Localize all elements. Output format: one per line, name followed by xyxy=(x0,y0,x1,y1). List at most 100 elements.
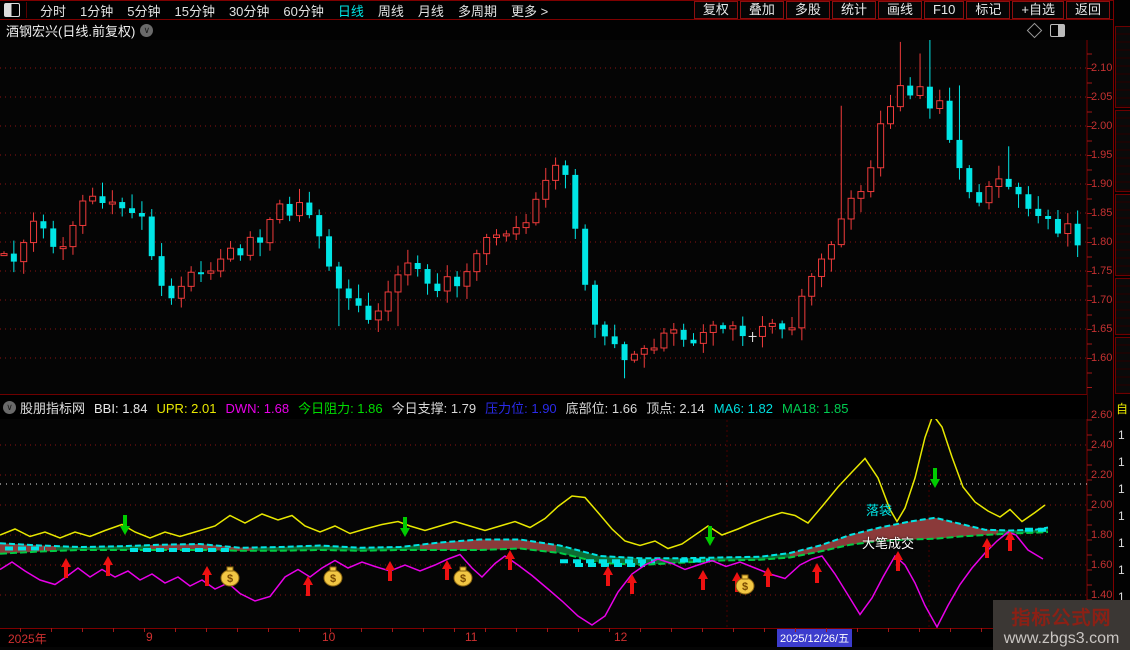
period-item-多周期[interactable]: 多周期 xyxy=(458,1,497,20)
indicator-header: ∨ 股朋指标网 BBI: 1.84UPR: 2.01DWN: 1.68今日阻力:… xyxy=(0,394,1087,419)
x-axis-label: 2025年 xyxy=(8,630,47,647)
sell-arrow-icon xyxy=(930,468,940,488)
chart-canvas[interactable]: $ $ $ $ xyxy=(0,0,1130,650)
watermark: 指标公式网 www.zbgs3.com xyxy=(993,600,1130,650)
x-axis-tick xyxy=(454,628,455,632)
collapse-icon[interactable]: ∨ xyxy=(3,401,16,414)
x-axis-tick xyxy=(299,628,300,632)
svg-text:$: $ xyxy=(742,581,748,593)
tool-button-画线[interactable]: 画线 xyxy=(878,1,922,19)
money-bag-icon: $ xyxy=(221,567,239,586)
indicator-field: DWN: 1.68 xyxy=(225,401,289,416)
period-item-1分钟[interactable]: 1分钟 xyxy=(80,1,113,20)
indicator-field: MA6: 1.82 xyxy=(714,401,773,416)
x-axis-tick xyxy=(144,628,145,632)
sidebar-price-fragment: 1 xyxy=(1118,455,1125,469)
price-axis-label: 1.95 xyxy=(1091,149,1125,161)
buy-arrow-icon xyxy=(505,550,515,570)
x-axis-tick xyxy=(51,628,52,632)
tool-button-统计[interactable]: 统计 xyxy=(832,1,876,19)
watermark-cn: 指标公式网 xyxy=(1011,603,1111,630)
annotation-luodai: 落袋 xyxy=(866,500,892,519)
indicator-field: BBI: 1.84 xyxy=(94,401,147,416)
price-axis-label: 1.75 xyxy=(1091,265,1125,277)
buy-arrow-icon xyxy=(698,570,708,590)
money-bag-icon: $ xyxy=(454,567,472,586)
buy-arrow-icon xyxy=(303,576,313,596)
indicator-values: BBI: 1.84UPR: 2.01DWN: 1.68今日阻力: 1.86今日支… xyxy=(94,398,857,417)
diamond-icon[interactable] xyxy=(1027,22,1043,38)
period-item-5分钟[interactable]: 5分钟 xyxy=(127,1,160,20)
x-axis-tick xyxy=(175,628,176,632)
buy-arrow-icon xyxy=(627,574,637,594)
window-split-icon[interactable] xyxy=(4,3,20,17)
period-item-15分钟[interactable]: 15分钟 xyxy=(174,1,214,20)
stock-title: 酒钢宏兴(日线.前复权) xyxy=(6,21,135,40)
x-axis-tick xyxy=(764,628,765,632)
tool-button-多股[interactable]: 多股 xyxy=(786,1,830,19)
x-axis-tick xyxy=(640,628,641,632)
price-axis-label: 1.90 xyxy=(1091,178,1125,190)
tool-button-复权[interactable]: 复权 xyxy=(694,1,738,19)
indicator-field: UPR: 2.01 xyxy=(157,401,217,416)
annotation-dabi: 大笔成交 xyxy=(862,533,914,552)
money-bag-icon: $ xyxy=(324,567,342,586)
x-axis-tick xyxy=(795,628,796,632)
tool-button-标记[interactable]: 标记 xyxy=(966,1,1010,19)
x-axis-label: 11 xyxy=(465,630,477,644)
chevron-down-icon[interactable]: ∨ xyxy=(140,24,153,37)
indicator-field: MA18: 1.85 xyxy=(782,401,849,416)
period-item-月线[interactable]: 月线 xyxy=(418,1,444,20)
buy-arrow-icon xyxy=(385,561,395,581)
tool-buttons: 复权叠加多股统计画线F10标记+自选返回 xyxy=(692,1,1110,19)
buy-arrow-icon xyxy=(202,566,212,586)
tool-button-+自选[interactable]: +自选 xyxy=(1012,1,1064,19)
sell-arrow-icon xyxy=(400,517,410,537)
indicator-field: 今日支撑: 1.79 xyxy=(392,401,477,416)
x-axis-tick xyxy=(888,628,889,632)
period-item-分时[interactable]: 分时 xyxy=(40,1,66,20)
x-axis-tick xyxy=(857,628,858,632)
x-axis-tick xyxy=(919,628,920,632)
x-axis-label: 12 xyxy=(614,630,627,644)
period-item-周线[interactable]: 周线 xyxy=(378,1,404,20)
panel-toggle-icon[interactable] xyxy=(1050,24,1065,37)
svg-text:$: $ xyxy=(330,573,336,585)
x-axis-tick xyxy=(578,628,579,632)
tool-button-返回[interactable]: 返回 xyxy=(1066,1,1110,19)
sidebar-price-fragment: 1 xyxy=(1118,536,1125,550)
price-axis-label: 2.10 xyxy=(1091,62,1125,74)
period-item-更多 >[interactable]: 更多 > xyxy=(511,1,548,20)
svg-text:$: $ xyxy=(227,573,233,585)
x-axis-tick xyxy=(392,628,393,632)
price-axis-label: 1.65 xyxy=(1091,323,1125,335)
candlestick-series xyxy=(1,36,1081,378)
period-item-日线[interactable]: 日线 xyxy=(338,1,364,20)
price-axis-label: 1.85 xyxy=(1091,207,1125,219)
sidebar-price-fragment: 1 xyxy=(1118,563,1125,577)
indicator-source[interactable]: 股朋指标网 xyxy=(20,398,85,417)
price-axis-label: 2.60 xyxy=(1091,409,1125,421)
title-bar: 酒钢宏兴(日线.前复权) ∨ xyxy=(0,20,1113,40)
x-axis-tick xyxy=(113,628,114,632)
buy-arrow-icon xyxy=(603,566,613,586)
time-axis xyxy=(0,628,1113,647)
tool-button-F10[interactable]: F10 xyxy=(924,1,964,19)
price-axis-label: 1.70 xyxy=(1091,294,1125,306)
toolbar-divider xyxy=(26,2,27,18)
price-axis-label: 1.60 xyxy=(1091,352,1125,364)
period-item-30分钟[interactable]: 30分钟 xyxy=(229,1,269,20)
price-axis-label: 2.00 xyxy=(1091,120,1125,132)
sidebar-price-fragment: 1 xyxy=(1118,482,1125,496)
trading-app-window: $ $ $ $ 分时 1分钟 5分钟 15分钟 30分钟 60分钟日线周线月线多周期更多 > 复… xyxy=(0,0,1130,650)
x-axis-label: 10 xyxy=(322,630,335,644)
x-axis-tick xyxy=(671,628,672,632)
period-item-60分钟[interactable]: 60分钟 xyxy=(283,1,323,20)
tool-button-叠加[interactable]: 叠加 xyxy=(740,1,784,19)
x-axis-tick xyxy=(733,628,734,632)
x-axis-tick xyxy=(206,628,207,632)
x-axis-tick xyxy=(702,628,703,632)
x-axis-tick xyxy=(82,628,83,632)
x-axis-tick xyxy=(826,628,827,632)
selected-date-badge: 2025/12/26/五 xyxy=(777,629,852,647)
